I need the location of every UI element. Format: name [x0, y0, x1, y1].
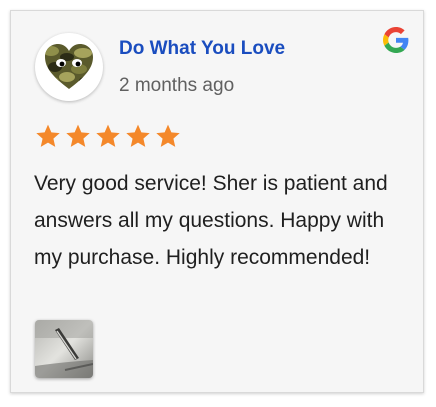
star-rating: [35, 123, 181, 149]
google-g-icon[interactable]: [383, 27, 409, 53]
star-icon: [126, 124, 150, 147]
reviewer-avatar[interactable]: [35, 33, 103, 101]
review-text: Very good service! Sher is patient and a…: [34, 172, 388, 269]
review-photo-thumbnail[interactable]: [35, 320, 93, 378]
review-card: Do What You Love 2 months ago Very good …: [10, 10, 424, 393]
review-timestamp: 2 months ago: [119, 75, 235, 96]
camo-heart-icon: [45, 44, 93, 89]
photo-image: [35, 320, 93, 378]
star-icon: [156, 124, 180, 147]
star-icon: [36, 124, 60, 147]
star-icon: [96, 124, 120, 147]
star-icon: [66, 124, 90, 147]
reviewer-name[interactable]: Do What You Love: [119, 38, 285, 60]
